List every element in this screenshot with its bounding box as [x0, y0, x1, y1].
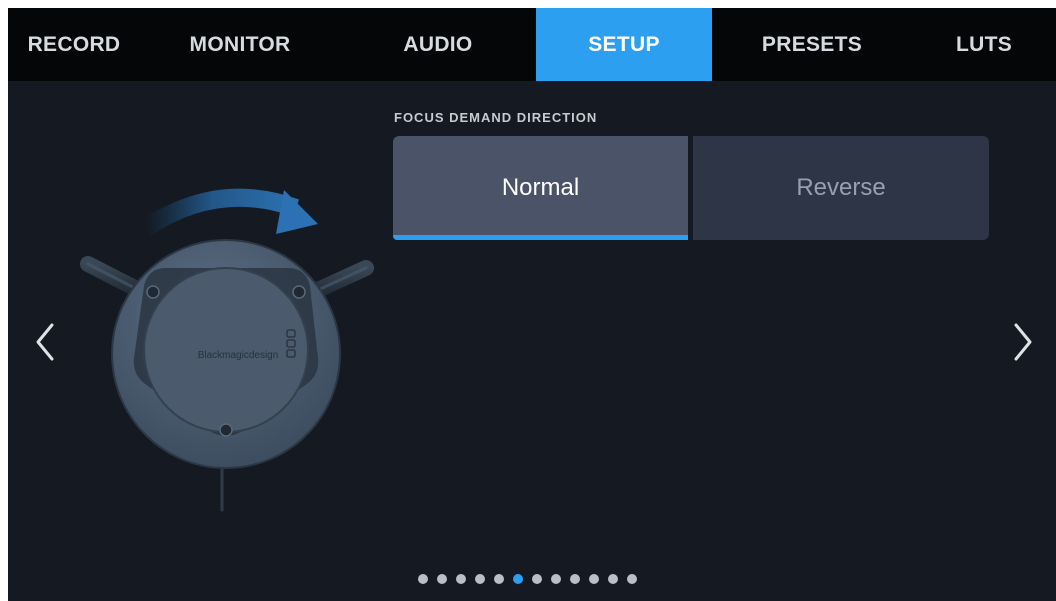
page-dot[interactable]	[589, 574, 599, 584]
page-dot[interactable]	[608, 574, 618, 584]
screw	[146, 285, 160, 299]
page-indicator	[418, 574, 637, 586]
screw	[219, 423, 233, 437]
reverse-option-button[interactable]: Reverse	[693, 136, 989, 240]
chevron-right-icon[interactable]	[1008, 320, 1038, 364]
tab-monitor[interactable]: MONITOR	[140, 8, 340, 81]
tab-record[interactable]: RECORD	[8, 8, 140, 81]
curved-arrow-icon	[141, 188, 318, 236]
page-dot[interactable]	[532, 574, 542, 584]
reverse-option-label: Reverse	[796, 174, 886, 201]
tab-audio[interactable]: AUDIO	[340, 8, 536, 81]
selected-indicator	[393, 235, 688, 240]
page-dot[interactable]	[551, 574, 561, 584]
page-dot[interactable]	[627, 574, 637, 584]
tab-setup[interactable]: SETUP	[536, 8, 712, 81]
page-dot[interactable]	[494, 574, 504, 584]
page-dot[interactable]	[456, 574, 466, 584]
normal-option-button[interactable]: Normal	[393, 136, 688, 240]
page-dot[interactable]	[513, 574, 523, 584]
page-dot[interactable]	[418, 574, 428, 584]
normal-option-label: Normal	[501, 174, 580, 201]
tab-luts[interactable]: LUTS	[912, 8, 1056, 81]
tab-presets[interactable]: PRESETS	[712, 8, 912, 81]
focus-demand-illustration: Blackmagicdesign	[80, 188, 374, 518]
tab-bar: RECORD MONITOR AUDIO SETUP PRESETS LUTS	[8, 8, 1056, 81]
page-dot[interactable]	[437, 574, 447, 584]
setup-screen: RECORD MONITOR AUDIO SETUP PRESETS LUTS …	[8, 8, 1056, 601]
brand-text: Blackmagicdesign	[198, 350, 279, 361]
setting-title: FOCUS DEMAND DIRECTION	[394, 110, 598, 125]
page-dot[interactable]	[475, 574, 485, 584]
screw	[292, 285, 306, 299]
page-dot[interactable]	[570, 574, 580, 584]
